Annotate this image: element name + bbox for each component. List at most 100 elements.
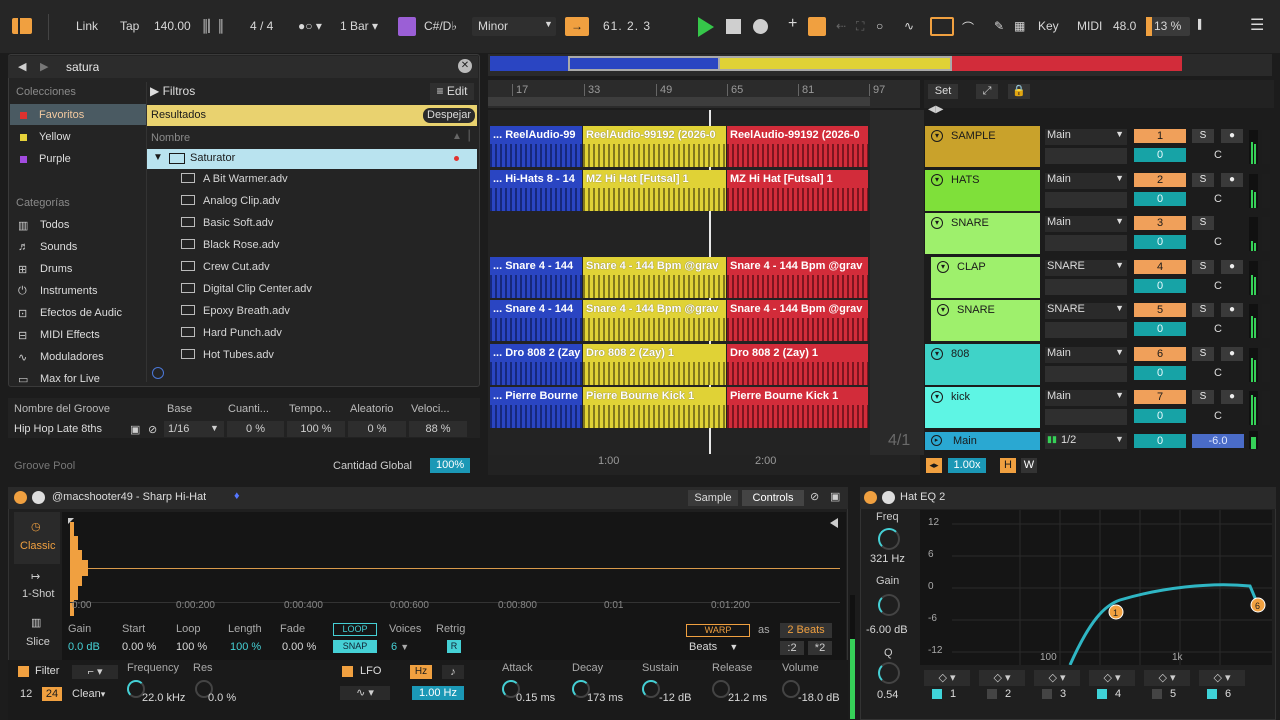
- clip[interactable]: Pierre Bourne Kick 1: [583, 387, 726, 428]
- list-item[interactable]: Hot Tubes.adv: [181, 349, 274, 366]
- sidebar-item-audio-effects[interactable]: ⊡ Efectos de Audic: [16, 306, 144, 324]
- sidebar-item-drums[interactable]: ⊞ Drums: [16, 262, 144, 280]
- groove-name[interactable]: Hip Hop Late 8ths: [14, 423, 102, 435]
- track-scrollbar[interactable]: [1262, 217, 1270, 251]
- clip[interactable]: ReelAudio-99192 (2026-0: [583, 126, 726, 167]
- output-routing-dropdown[interactable]: Main ▼: [1045, 390, 1127, 406]
- filter-toggle[interactable]: [18, 666, 29, 677]
- metronome-icon[interactable]: ●○ ▾: [298, 19, 322, 33]
- scale-dropdown[interactable]: Minor ▼: [472, 17, 556, 36]
- track-number[interactable]: 2: [1134, 173, 1186, 187]
- band-filter-type[interactable]: ◇ ▾: [1089, 670, 1135, 686]
- lfo-rate-field[interactable]: 1.00 Hz: [412, 686, 464, 700]
- arm-icon[interactable]: ●: [1221, 173, 1243, 187]
- nav-arrows-icon[interactable]: ◀▶: [928, 104, 943, 115]
- groove-header-quantize[interactable]: Cuanti...: [228, 403, 269, 415]
- band-toggle[interactable]: [1152, 689, 1162, 699]
- tap-button[interactable]: Tap: [120, 19, 139, 33]
- sidebar-item-instruments[interactable]: ⏻ Instruments: [16, 284, 144, 302]
- lock-icon[interactable]: 🔒: [1008, 84, 1030, 99]
- add-folder-icon[interactable]: [152, 367, 164, 379]
- lfo-toggle[interactable]: [342, 666, 353, 677]
- play-icon[interactable]: [32, 491, 45, 504]
- output-channel-field[interactable]: [1045, 279, 1127, 295]
- play-icon[interactable]: [882, 491, 895, 504]
- track-number[interactable]: 6: [1134, 347, 1186, 361]
- lfo-shape-icon[interactable]: ∿ ▾: [340, 686, 390, 700]
- solo-button[interactable]: S: [1192, 347, 1214, 361]
- track-scrollbar[interactable]: [1262, 391, 1270, 425]
- link-button[interactable]: Link: [76, 19, 98, 33]
- sustain-knob[interactable]: [642, 680, 660, 698]
- clear-search-icon[interactable]: ✕: [458, 59, 472, 73]
- waveform-display[interactable]: [62, 512, 846, 660]
- set-button[interactable]: Set: [928, 84, 958, 99]
- sidebar-item-favoritos[interactable]: Favoritos: [16, 108, 144, 126]
- global-amount-slider[interactable]: 100%: [430, 458, 470, 473]
- nudge-icon[interactable]: ║▏║: [201, 19, 225, 33]
- groove-quant-field[interactable]: 0 %: [227, 421, 284, 437]
- expand-icon[interactable]: ⤢: [976, 84, 998, 99]
- band-filter-type[interactable]: ◇ ▾: [1144, 670, 1190, 686]
- band-filter-type[interactable]: ◇ ▾: [1199, 670, 1245, 686]
- arm-icon[interactable]: ●: [1221, 303, 1243, 317]
- solo-button[interactable]: S: [1192, 173, 1214, 187]
- power-icon[interactable]: [14, 491, 27, 504]
- solo-button[interactable]: S: [1192, 129, 1214, 143]
- band-toggle[interactable]: [1097, 689, 1107, 699]
- zoom-fit-icon[interactable]: ◂▸: [926, 458, 942, 473]
- menu-icon[interactable]: ☰: [1250, 15, 1264, 35]
- record-button[interactable]: [753, 19, 768, 34]
- list-item[interactable]: Analog Clip.adv: [181, 195, 280, 215]
- zoom-field[interactable]: 1.00x: [948, 458, 986, 473]
- stop-button[interactable]: [726, 19, 741, 34]
- list-item[interactable]: A Bit Warmer.adv: [181, 173, 288, 193]
- name-column-header[interactable]: Nombre: [151, 132, 190, 144]
- lfo-sync-button[interactable]: ♪: [442, 665, 464, 679]
- output-channel-field[interactable]: [1045, 192, 1127, 208]
- gain-value[interactable]: 0.0 dB: [68, 641, 100, 653]
- expand-icon[interactable]: ▼: [153, 152, 163, 163]
- sidebar-item-modulators[interactable]: ∿ Moduladores: [16, 350, 144, 368]
- clip[interactable]: Snare 4 - 144 Bpm @grav: [727, 300, 868, 341]
- fold-icon[interactable]: ▾: [937, 261, 949, 273]
- output-routing-dropdown[interactable]: SNARE ▼: [1045, 303, 1127, 319]
- play-button[interactable]: [698, 17, 714, 37]
- key-map-button[interactable]: Key: [1038, 19, 1059, 33]
- track-header[interactable]: ▾ 808: [925, 344, 1040, 385]
- band-filter-type[interactable]: ◇ ▾: [979, 670, 1025, 686]
- mode-one-shot[interactable]: ↦ 1-Shot: [14, 566, 60, 606]
- pan-field[interactable]: C: [1192, 366, 1244, 380]
- sidebar-item-yellow[interactable]: Yellow: [16, 130, 144, 148]
- start-marker-icon[interactable]: [68, 518, 74, 524]
- solo-button[interactable]: S: [1192, 260, 1214, 274]
- solo-button[interactable]: S: [1192, 303, 1214, 317]
- lfo-hz-button[interactable]: Hz: [410, 665, 432, 679]
- loop-toggle[interactable]: LOOP: [333, 623, 377, 636]
- groove-header-timing[interactable]: Tempo...: [289, 403, 331, 415]
- session-record-icon[interactable]: ○: [876, 19, 883, 33]
- track-number[interactable]: 3: [1134, 216, 1186, 230]
- key-root-dropdown[interactable]: C#/D♭: [424, 19, 457, 33]
- tab-controls[interactable]: Controls: [742, 490, 804, 506]
- clip[interactable]: Dro 808 2 (Zay) 1: [727, 344, 868, 385]
- track-volume[interactable]: 0: [1134, 366, 1186, 380]
- clip[interactable]: ... ReelAudio-99: [490, 126, 582, 167]
- sidebar-item-midi-effects[interactable]: ⊟ MIDI Effects: [16, 328, 144, 346]
- warp-toggle[interactable]: WARP: [686, 624, 750, 637]
- double-tempo-button[interactable]: *2: [808, 641, 832, 655]
- eq-q-knob[interactable]: [878, 662, 900, 684]
- fade-value[interactable]: 0.00 %: [282, 641, 316, 653]
- voices-dropdown[interactable]: 6 ▼: [391, 641, 409, 653]
- clip[interactable]: Snare 4 - 144 Bpm @grav: [727, 257, 868, 298]
- track-header[interactable]: ▾ HATS: [925, 170, 1040, 211]
- track-number[interactable]: 7: [1134, 390, 1186, 404]
- commit-icon[interactable]: ▣: [130, 423, 140, 436]
- half-tempo-button[interactable]: :2: [780, 641, 804, 655]
- band-toggle[interactable]: [1207, 689, 1217, 699]
- output-channel-field[interactable]: [1045, 148, 1127, 164]
- track-scrollbar[interactable]: [1262, 130, 1270, 164]
- clip[interactable]: Snare 4 - 144 Bpm @grav: [583, 257, 726, 298]
- clip[interactable]: ReelAudio-99192 (2026-0: [727, 126, 868, 167]
- tab-sample[interactable]: Sample: [688, 490, 738, 506]
